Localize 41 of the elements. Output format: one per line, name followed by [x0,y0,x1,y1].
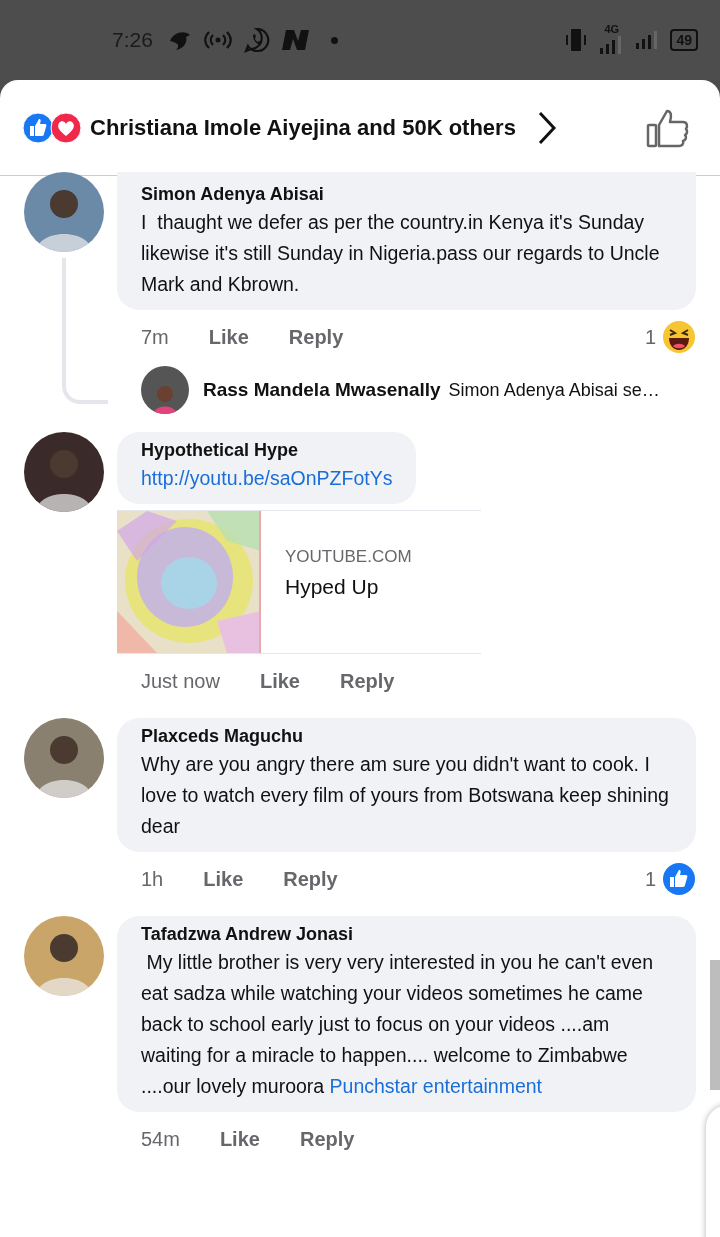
scrollbar[interactable] [710,960,720,1090]
like-reaction-icon [22,111,54,144]
comment-text: My little brother is very very interested in you he can't even eat sadza while watching your videos sometimes he came back to school early just to focus on your videos ....am waiting for a miracle to happen.... welcome to Zimbabwe ....our lovely muroora Punchstar entertainment [141,950,655,1099]
like-link[interactable]: Like [259,669,300,693]
author-name[interactable]: Simon Adenya Abisai [141,184,672,205]
author-name[interactable]: Tafadzwa Andrew Jonasi [141,924,672,945]
love-reaction-icon [50,111,82,144]
link-title: Hyped Up [285,575,380,599]
reply-snippet[interactable]: Simon Adenya Abisai se… [448,379,660,401]
reactors-link[interactable]: Christiana Imole Aiyejina and 50K others [90,114,516,141]
broadcast-icon [202,29,233,51]
comment-text: I thaught we defer as per the country.in Kenya it's Sunday likewise it's still Sunday in Nigeria.pass our regards to Uncle Mark and Kbrown. [141,210,661,297]
news-app-icon [280,28,311,52]
comment-time: 7m [141,325,169,349]
reaction-count: 1 [644,867,656,891]
laughing-emoji-icon[interactable] [662,320,696,354]
reaction-count: 1 [644,325,656,349]
network-type: 4G [604,24,620,34]
url-link[interactable]: http://youtu.be/saOnPZFotYs [141,467,393,489]
comment-time: Just now [141,669,220,693]
author-name[interactable]: Hypothetical Hype [141,440,393,461]
reply-link[interactable]: Reply [299,1127,355,1151]
like-link[interactable]: Like [203,867,244,891]
avatar[interactable] [141,366,189,414]
mention-link[interactable]: Punchstar entertainment [329,1075,543,1097]
link-preview[interactable]: YOUTUBE.COM Hyped Up [117,510,481,654]
battery-level: 49 [670,29,698,51]
like-link[interactable]: Like [208,325,249,349]
reply-link[interactable]: Reply [339,669,395,693]
reply-link[interactable]: Reply [283,867,338,891]
notification-dot [330,36,338,44]
comment-time: 1h [141,867,164,891]
reply-link[interactable]: Reply [288,325,344,349]
vibrate-icon [564,27,589,53]
like-reaction-icon[interactable] [662,862,696,896]
link-domain: YOUTUBE.COM [285,547,412,567]
reply-author[interactable]: Rass Mandela Mwasenally [203,379,441,401]
comment-text: Why are you angry there am sure you didn't want to cook. I love to watch every film of yours from Botswana keep shining dear [141,752,670,839]
author-name[interactable]: Plaxceds Maguchu [141,726,672,747]
like-link[interactable]: Like [219,1127,260,1151]
comment-time: 54m [141,1127,180,1151]
